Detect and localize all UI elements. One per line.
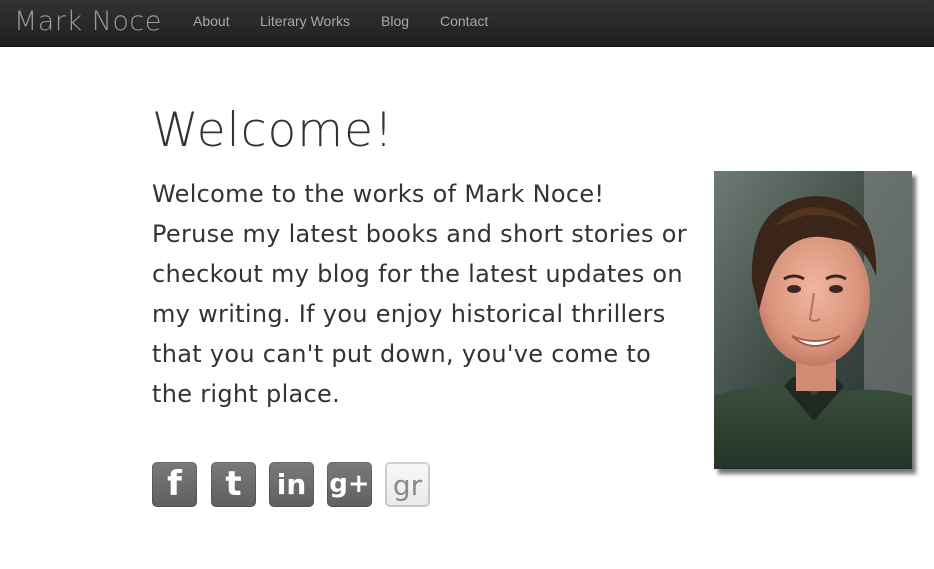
author-photo xyxy=(714,171,912,469)
author-portrait-image xyxy=(714,171,912,469)
google-plus-icon: g+ xyxy=(329,469,370,499)
tumblr-icon: t xyxy=(225,464,242,504)
nav-link-literary-works[interactable]: Literary Works xyxy=(260,13,350,29)
top-navbar: Mark Noce About Literary Works Blog Cont… xyxy=(0,0,934,47)
goodreads-link[interactable]: gr xyxy=(385,462,430,507)
google-plus-link[interactable]: g+ xyxy=(327,462,372,507)
nav-link-blog[interactable]: Blog xyxy=(381,13,409,29)
linkedin-icon: in xyxy=(276,468,307,501)
nav-link-contact[interactable]: Contact xyxy=(440,13,488,29)
site-brand-link[interactable]: Mark Noce xyxy=(14,4,162,40)
welcome-section: Welcome! Welcome to the works of Mark No… xyxy=(152,98,692,414)
goodreads-icon: gr xyxy=(392,469,423,502)
intro-paragraph: Welcome to the works of Mark Noce! Perus… xyxy=(152,180,687,408)
nav-link-about[interactable]: About xyxy=(193,13,230,29)
facebook-icon: f xyxy=(167,464,182,504)
linkedin-link[interactable]: in xyxy=(269,462,314,507)
page-title: Welcome! xyxy=(152,103,394,158)
tumblr-link[interactable]: t xyxy=(211,462,256,507)
facebook-link[interactable]: f xyxy=(152,462,197,507)
